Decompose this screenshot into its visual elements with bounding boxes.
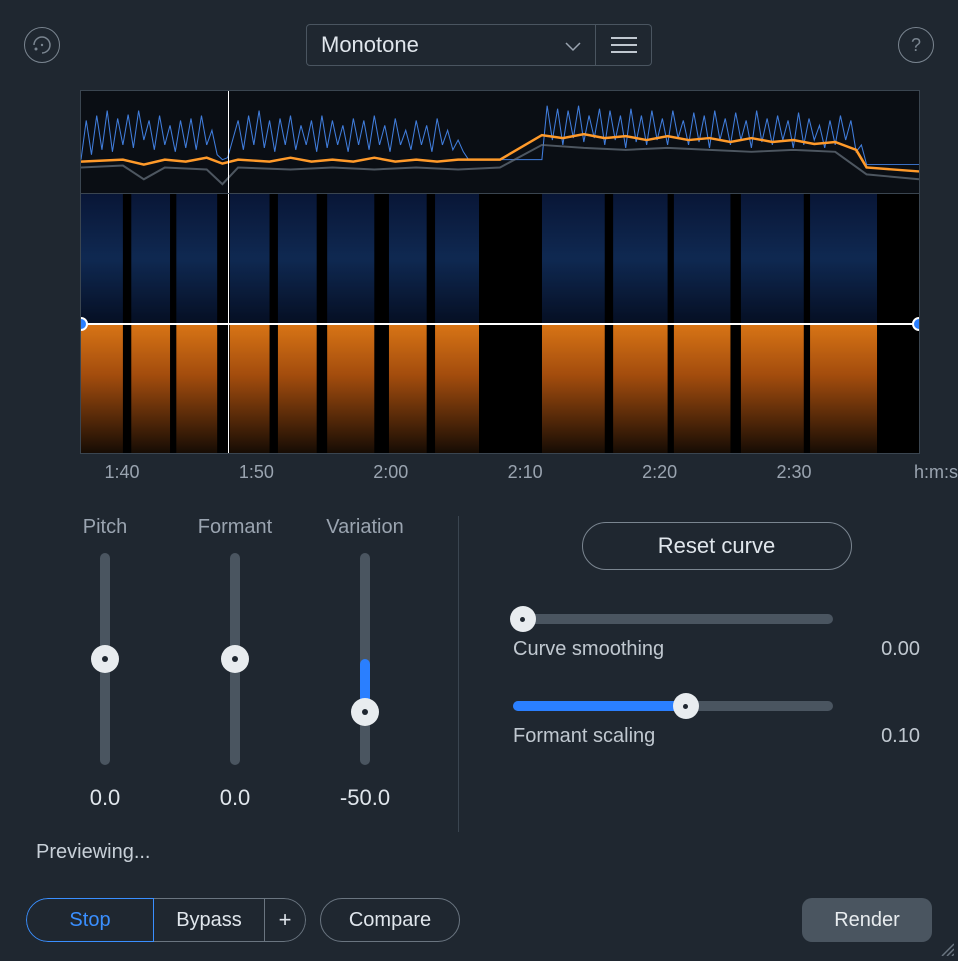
time-tick: 2:20: [642, 462, 677, 483]
hamburger-menu-button[interactable]: [596, 24, 652, 66]
time-axis: 1:40 1:50 2:00 2:10 2:20 2:30 h:m:s: [80, 462, 920, 502]
visualization-area: sem 1:40 1:50 2:00 2:10 2:20 2:30 h:m:s: [0, 90, 958, 502]
preset-name: Monotone: [321, 32, 419, 58]
compare-button[interactable]: Compare: [320, 898, 460, 942]
stop-button[interactable]: Stop: [26, 898, 154, 942]
overview-playhead[interactable]: [228, 91, 229, 193]
formant-scaling-slider: Formant scaling 0.10: [513, 701, 920, 748]
pitch-value[interactable]: 0.0: [90, 785, 121, 811]
pitch-curve[interactable]: [81, 323, 919, 325]
transport-button-group: Stop Bypass +: [26, 898, 306, 942]
curve-smoothing-label: Curve smoothing: [513, 638, 664, 661]
variation-value[interactable]: -50.0: [340, 785, 390, 811]
pitch-slider-thumb[interactable]: [91, 645, 119, 673]
pitch-overview-panel[interactable]: [80, 90, 920, 194]
curve-smoothing-slider: Curve smoothing 0.00: [513, 614, 920, 661]
curve-smoothing-value[interactable]: 0.00: [881, 638, 920, 661]
time-tick: 1:50: [239, 462, 274, 483]
x-axis-unit: h:m:s: [914, 462, 958, 483]
formant-scaling-track[interactable]: [513, 701, 833, 711]
bottom-bar: Stop Bypass + Compare Render: [26, 898, 932, 942]
reset-curve-button[interactable]: Reset curve: [582, 522, 852, 570]
variation-slider: Variation -50.0: [300, 516, 430, 832]
chevron-down-icon: [565, 32, 581, 58]
render-button[interactable]: Render: [802, 898, 932, 942]
preview-status: Previewing...: [36, 841, 151, 864]
help-icon[interactable]: ?: [898, 27, 934, 63]
formant-label: Formant: [198, 516, 272, 539]
formant-scaling-value[interactable]: 0.10: [881, 725, 920, 748]
spectrogram-playhead[interactable]: [228, 194, 229, 453]
history-icon[interactable]: [24, 27, 60, 63]
variation-slider-track[interactable]: [360, 553, 370, 765]
controls-area: Pitch 0.0 Formant 0.0 Variation -50.0 Re…: [0, 502, 958, 832]
vertical-sliders-group: Pitch 0.0 Formant 0.0 Variation -50.0: [40, 516, 459, 832]
bypass-add-button[interactable]: +: [264, 898, 306, 942]
formant-scaling-fill: [513, 701, 686, 711]
curve-node-end[interactable]: [912, 317, 920, 331]
top-bar: Monotone ?: [0, 0, 958, 90]
time-tick: 1:40: [104, 462, 139, 483]
pitch-slider: Pitch 0.0: [40, 516, 170, 832]
time-tick: 2:10: [508, 462, 543, 483]
formant-value[interactable]: 0.0: [220, 785, 251, 811]
variation-label: Variation: [326, 516, 403, 539]
resize-grip-icon[interactable]: [938, 940, 954, 956]
formant-scaling-thumb[interactable]: [673, 693, 699, 719]
preset-dropdown[interactable]: Monotone: [306, 24, 596, 66]
pitch-label: Pitch: [83, 516, 127, 539]
right-controls-group: Reset curve Curve smoothing 0.00 Formant…: [459, 516, 920, 832]
formant-slider-track[interactable]: [230, 553, 240, 765]
time-tick: 2:00: [373, 462, 408, 483]
time-tick: 2:30: [776, 462, 811, 483]
curve-smoothing-thumb[interactable]: [510, 606, 536, 632]
curve-smoothing-track[interactable]: [513, 614, 833, 624]
bypass-button[interactable]: Bypass: [154, 898, 264, 942]
pitch-overview-waveform: [81, 91, 919, 193]
reset-curve-label: Reset curve: [658, 533, 775, 559]
formant-slider: Formant 0.0: [170, 516, 300, 832]
spectrogram-panel[interactable]: sem: [80, 194, 920, 454]
formant-scaling-label: Formant scaling: [513, 725, 655, 748]
formant-slider-thumb[interactable]: [221, 645, 249, 673]
variation-slider-thumb[interactable]: [351, 698, 379, 726]
pitch-slider-track[interactable]: [100, 553, 110, 765]
